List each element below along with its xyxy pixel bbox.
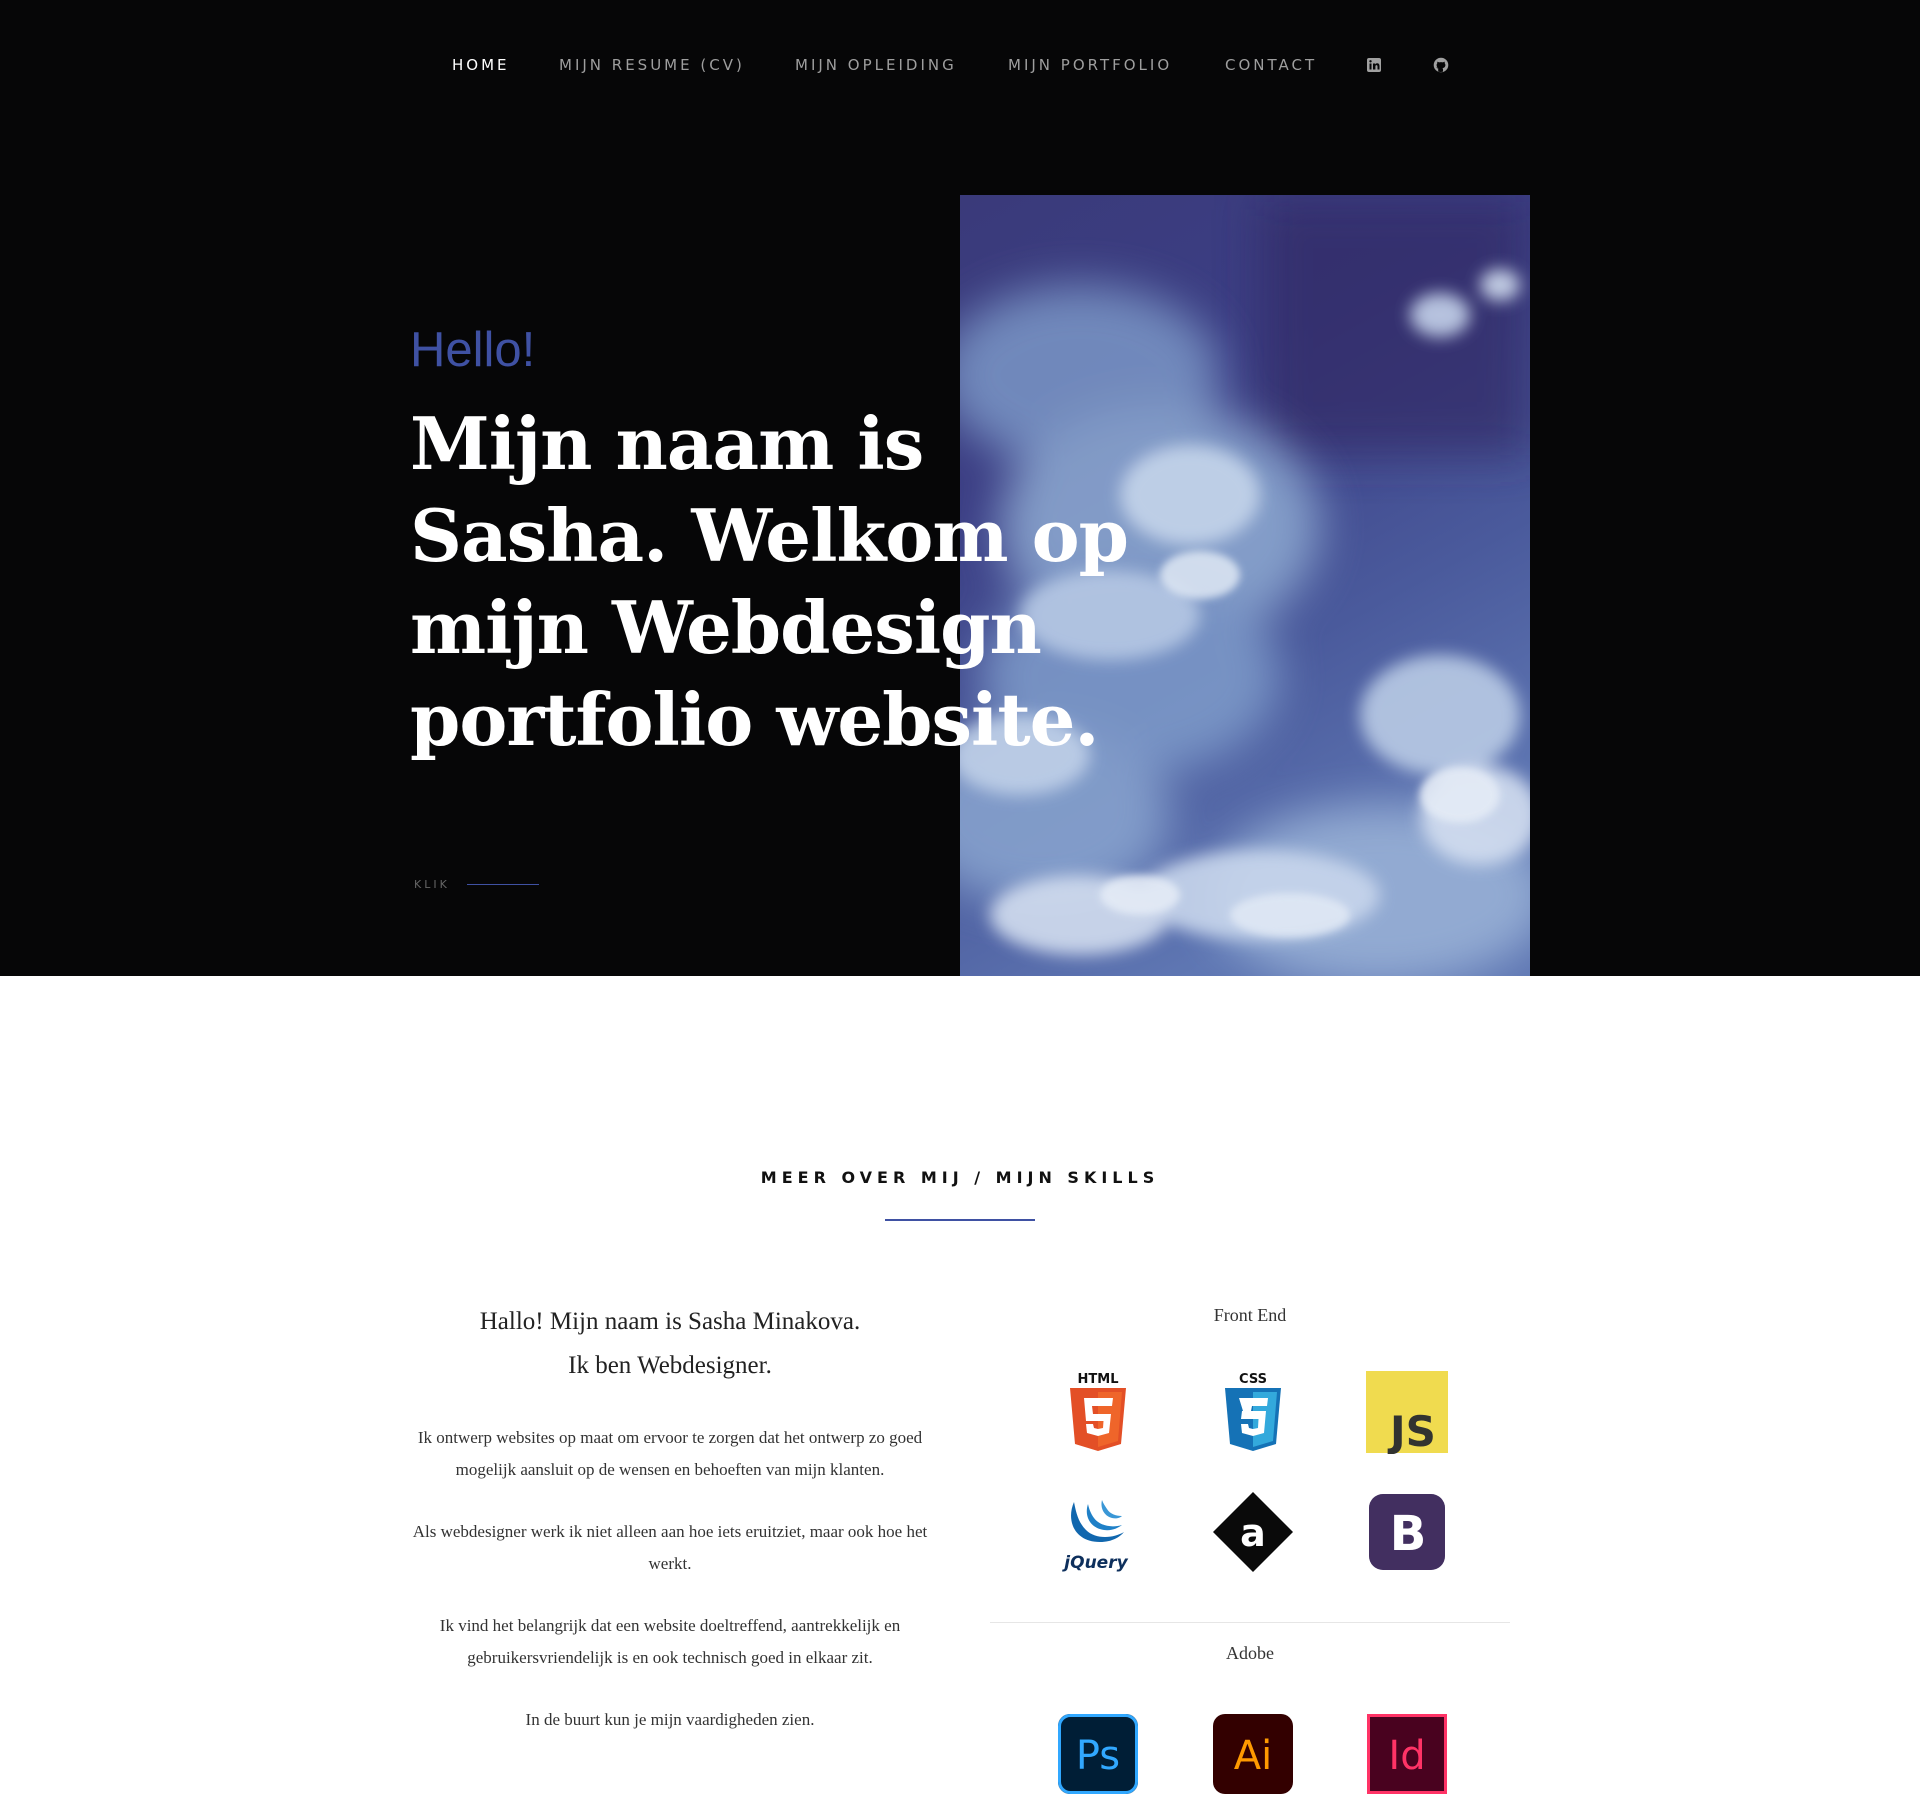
photoshop-logo: Ps [1056, 1712, 1140, 1796]
scroll-line [467, 884, 539, 885]
nav-opleiding[interactable]: MIJN OPLEIDING [795, 54, 957, 76]
angular-logo: a [1211, 1490, 1295, 1574]
nav-contact[interactable]: CONTACT [1225, 54, 1317, 76]
svg-text:Ai: Ai [1234, 1733, 1272, 1779]
about-paragraph: Ik vind het belangrijk dat een website d… [439, 1616, 901, 1667]
scroll-link[interactable]: KLIK [414, 878, 450, 891]
front-end-title: Front End [1213, 1305, 1287, 1325]
hero-greeting: Hello! [410, 323, 536, 377]
svg-text:B: B [1390, 1506, 1427, 1562]
about-text: Hallo! Mijn naam is Sasha Minakova. Ik b… [410, 1300, 930, 1736]
adobe-title: Adobe [1226, 1643, 1274, 1663]
nav-resume[interactable]: MIJN RESUME (CV) [559, 54, 745, 76]
hero-headline: Mijn naam is Sasha. Welkom op mijn Webde… [410, 401, 1129, 762]
hero-section: HOME MIJN RESUME (CV) MIJN OPLEIDING MIJ… [0, 0, 1920, 976]
html5-logo: HTML [1056, 1370, 1140, 1454]
svg-text:Id: Id [1388, 1733, 1425, 1779]
section-underline [885, 1219, 1035, 1221]
svg-text:jQuery: jQuery [1061, 1553, 1128, 1573]
svg-text:CSS: CSS [1239, 1372, 1267, 1387]
svg-text:Ps: Ps [1076, 1733, 1120, 1779]
jquery-logo: jQuery [1056, 1490, 1140, 1574]
svg-text:JS: JS [1387, 1407, 1436, 1454]
illustrator-logo: Ai [1211, 1712, 1295, 1796]
about-paragraph: In de buurt kun je mijn vaardigheden zie… [525, 1710, 815, 1729]
section-title: MEER OVER MIJ / MIJN SKILLS [760, 1168, 1160, 1187]
svg-text:a: a [1240, 1511, 1266, 1555]
main-nav: HOME MIJN RESUME (CV) MIJN OPLEIDING MIJ… [0, 54, 1920, 76]
about-lead-1: Hallo! Mijn naam is Sasha Minakova. [479, 1308, 861, 1335]
skills-divider [990, 1622, 1510, 1623]
nav-home[interactable]: HOME [452, 54, 510, 76]
bootstrap-logo: B [1365, 1490, 1449, 1574]
about-paragraph: Als webdesigner werk ik niet alleen aan … [412, 1522, 928, 1573]
svg-text:HTML: HTML [1078, 1372, 1119, 1387]
about-paragraph: Ik ontwerp websites op maat om ervoor te… [417, 1428, 923, 1479]
css3-logo: CSS [1211, 1370, 1295, 1454]
indesign-logo: Id [1365, 1712, 1449, 1796]
nav-portfolio[interactable]: MIJN PORTFOLIO [1008, 54, 1172, 76]
about-lead-2: Ik ben Webdesigner. [568, 1352, 772, 1379]
github-icon[interactable] [1433, 57, 1449, 73]
linkedin-icon[interactable] [1366, 57, 1382, 73]
javascript-logo: JS [1365, 1370, 1449, 1456]
